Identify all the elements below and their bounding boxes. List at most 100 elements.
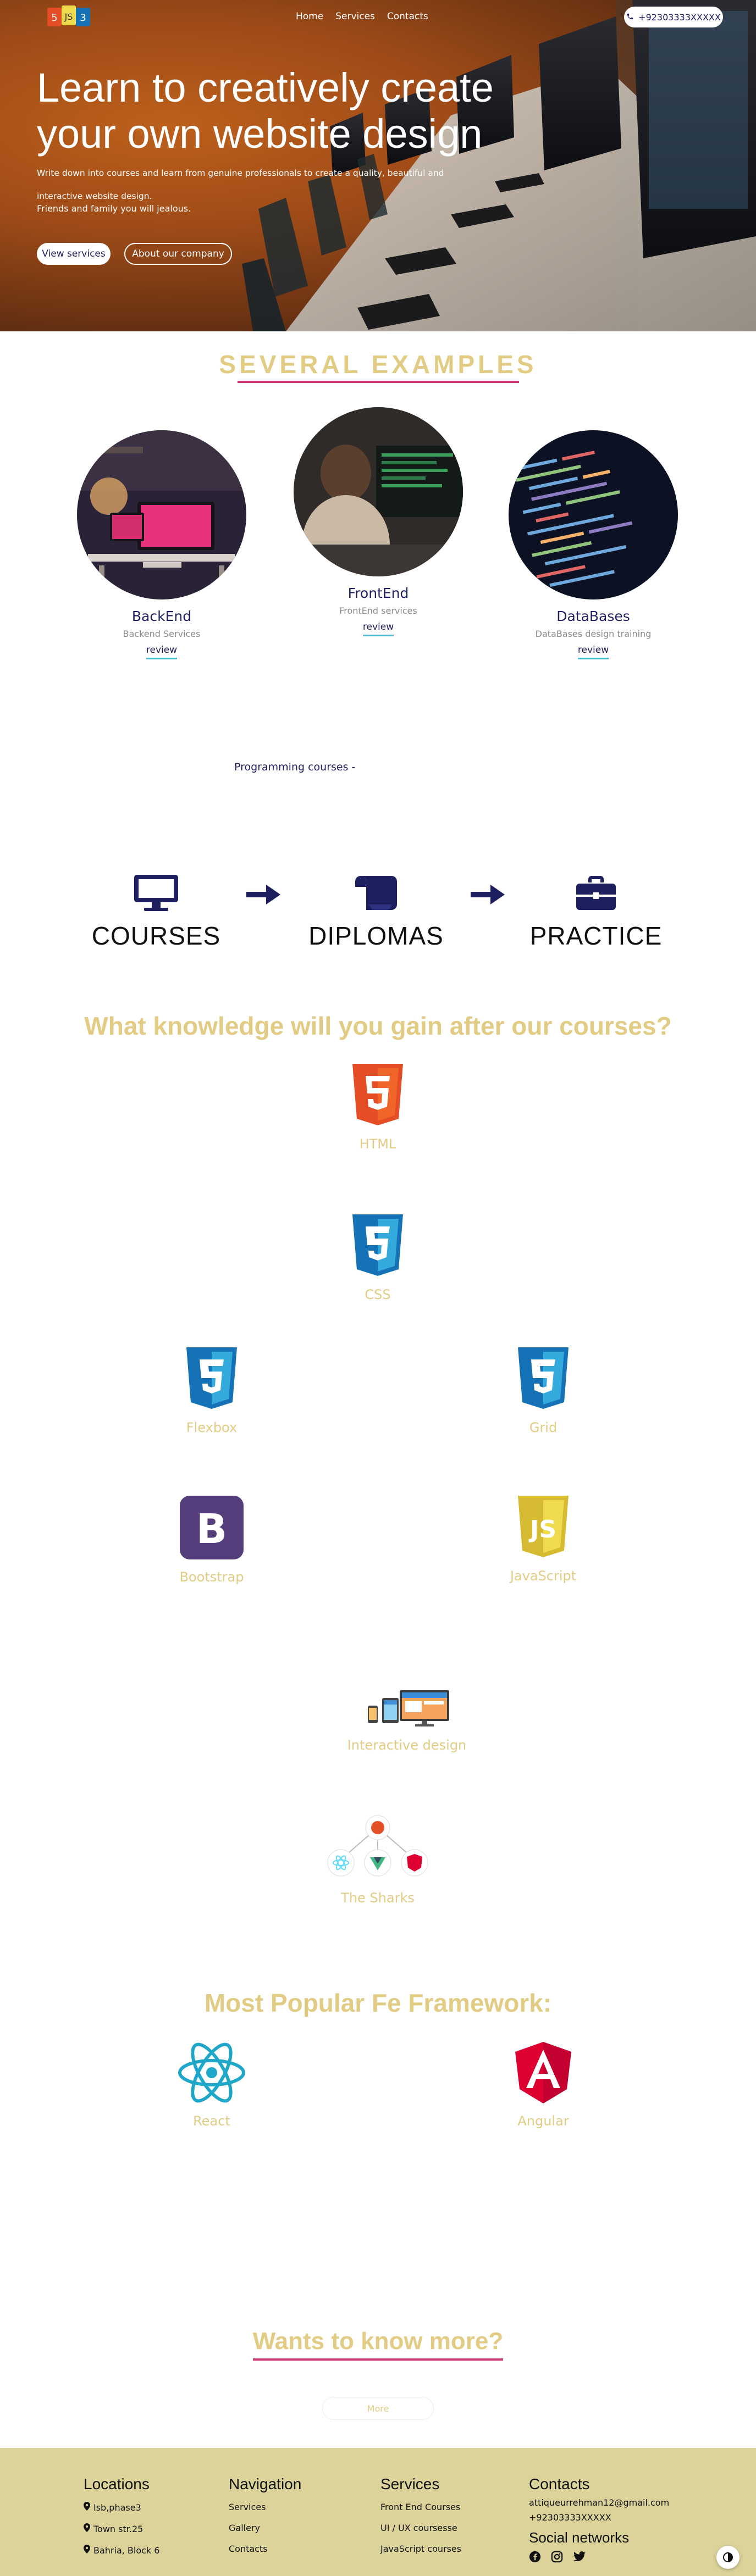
svg-text:JS: JS: [528, 1515, 556, 1544]
about-company-button[interactable]: About our company: [124, 243, 232, 265]
step-label: PRACTICE: [529, 921, 663, 950]
footer-locations-title: Locations: [84, 2475, 150, 2492]
tech-item-css: CSS: [306, 1214, 449, 1302]
tech-item-html: HTML: [306, 1064, 449, 1152]
tech-name: Interactive design: [347, 1737, 467, 1753]
programming-courses-label: Programming courses -: [234, 761, 356, 773]
footer-navigation-title: Navigation: [229, 2475, 302, 2492]
footer-services-title: Services: [380, 2475, 440, 2492]
footer-service-link[interactable]: UI / UX coursesse: [380, 2523, 461, 2533]
location-item: Isb,phase3: [84, 2502, 159, 2513]
tech-item-bootstrap: B Bootstrap: [140, 1496, 283, 1585]
footer-nav-link[interactable]: Gallery: [229, 2523, 301, 2533]
more-title-underline: [253, 2358, 503, 2361]
examples-title-underline: [238, 381, 519, 383]
tech-name: JavaScript: [510, 1568, 577, 1584]
hero-lead-text-2: Friends and family you will jealous.: [37, 203, 191, 214]
tech-name: Grid: [529, 1420, 558, 1435]
step-practice: PRACTICE: [525, 874, 667, 951]
phone-button[interactable]: +92303333XXXXX: [624, 7, 723, 27]
footer-nav-link[interactable]: Contacts: [229, 2544, 301, 2554]
footer-locations: Locations Isb,phase3 Town str.25 Bahria,…: [84, 2475, 159, 2566]
arrow-right-icon: [471, 885, 505, 907]
location-text: Isb,phase3: [93, 2502, 141, 2513]
frameworks-icon: [306, 1814, 449, 1883]
svg-text:3: 3: [80, 12, 86, 24]
step-label: DIPLOMAS: [308, 921, 444, 950]
tech-name: Bootstrap: [179, 1569, 244, 1585]
nav-link-contacts[interactable]: Contacts: [387, 11, 428, 22]
example-name: FrontEnd: [347, 585, 409, 601]
map-pin-icon: [84, 2523, 90, 2534]
footer: Locations Isb,phase3 Town str.25 Bahria,…: [0, 2448, 756, 2576]
footer-service-link[interactable]: JavaScript courses: [380, 2544, 461, 2554]
example-subtitle: FrontEnd services: [339, 606, 417, 616]
hero-title: Learn to creatively create your own webs…: [37, 65, 532, 157]
example-card-frontend: FrontEnd FrontEnd services review: [294, 407, 463, 636]
tech-item-interactive-design: Interactive design: [335, 1688, 478, 1753]
social-links: [529, 2551, 669, 2565]
svg-text:B: B: [196, 1506, 227, 1553]
instagram-icon[interactable]: [551, 2551, 563, 2565]
view-services-button[interactable]: View services: [37, 243, 111, 265]
backend-image: [77, 430, 246, 599]
responsive-devices-icon: [335, 1688, 478, 1730]
hero-section: 5 JS 3 Home Services Contacts +92303333X…: [0, 0, 756, 331]
scroll-icon: [305, 874, 448, 912]
footer-navigation: Navigation Services Gallery Contacts: [229, 2475, 301, 2564]
svg-text:JS: JS: [64, 12, 73, 22]
phone-icon: [626, 12, 634, 23]
top-navbar: 5 JS 3 Home Services Contacts +92303333X…: [0, 0, 756, 34]
footer-nav-link[interactable]: Services: [229, 2502, 301, 2512]
phone-number: +92303333XXXXX: [638, 12, 721, 23]
tech-name: The Sharks: [341, 1890, 415, 1906]
briefcase-icon: [525, 874, 667, 912]
location-item: Bahria, Block 6: [84, 2545, 159, 2556]
css3-icon: [140, 1347, 283, 1412]
review-link[interactable]: review: [577, 645, 609, 659]
example-name: BackEnd: [131, 608, 192, 624]
hero-title-line-1: Learn to creatively create: [37, 65, 494, 110]
tech-name: React: [193, 2113, 230, 2129]
review-link[interactable]: review: [146, 645, 178, 659]
footer-phone[interactable]: +92303333XXXXX: [529, 2512, 669, 2523]
react-icon: [140, 2042, 283, 2106]
tech-name: Angular: [517, 2113, 569, 2129]
hero-lead-text: Write down into courses and learn from g…: [37, 168, 444, 201]
example-card-databases: DataBases DataBases design training revi…: [509, 430, 678, 659]
framework-angular: Angular: [472, 2042, 615, 2129]
footer-service-link[interactable]: Front End Courses: [380, 2502, 461, 2512]
footer-contacts-title: Contacts: [529, 2475, 590, 2492]
location-item: Town str.25: [84, 2523, 159, 2534]
facebook-icon[interactable]: [529, 2551, 541, 2565]
footer-social-title: Social networks: [529, 2529, 630, 2546]
contrast-icon[interactable]: [716, 2546, 740, 2569]
step-label: COURSES: [91, 921, 221, 950]
tech-name: HTML: [359, 1136, 396, 1152]
more-button[interactable]: More: [322, 2397, 434, 2420]
footer-contacts: Contacts attiqueurrehman12@gmail.com +92…: [529, 2475, 669, 2565]
examples-title: SEVERAL EXAMPLES: [219, 350, 537, 379]
javascript-icon: JS: [472, 1496, 615, 1561]
step-courses: COURSES: [85, 874, 228, 951]
map-pin-icon: [84, 2502, 90, 2513]
frameworks-title: Most Popular Fe Framework:: [204, 1989, 552, 2017]
tech-item-javascript: JS JavaScript: [472, 1496, 615, 1584]
desktop-icon: [85, 874, 228, 912]
step-diplomas: DIPLOMAS: [305, 874, 448, 951]
twitter-icon[interactable]: [573, 2551, 586, 2565]
framework-react: React: [140, 2042, 283, 2129]
html-css-js-logo-icon[interactable]: 5 JS 3: [45, 3, 93, 30]
map-pin-icon: [84, 2545, 90, 2556]
html5-icon: [306, 1064, 449, 1129]
nav-link-services[interactable]: Services: [335, 11, 375, 22]
location-text: Town str.25: [93, 2523, 144, 2534]
frontend-image: [294, 407, 463, 576]
footer-email[interactable]: attiqueurrehman12@gmail.com: [529, 2497, 669, 2508]
nav-link-home[interactable]: Home: [296, 11, 323, 22]
tech-item-flexbox: Flexbox: [140, 1347, 283, 1435]
review-link[interactable]: review: [362, 621, 394, 636]
example-card-backend: BackEnd Backend Services review: [77, 430, 246, 659]
databases-image: [509, 430, 678, 599]
knowledge-title: What knowledge will you gain after our c…: [84, 1012, 672, 1040]
